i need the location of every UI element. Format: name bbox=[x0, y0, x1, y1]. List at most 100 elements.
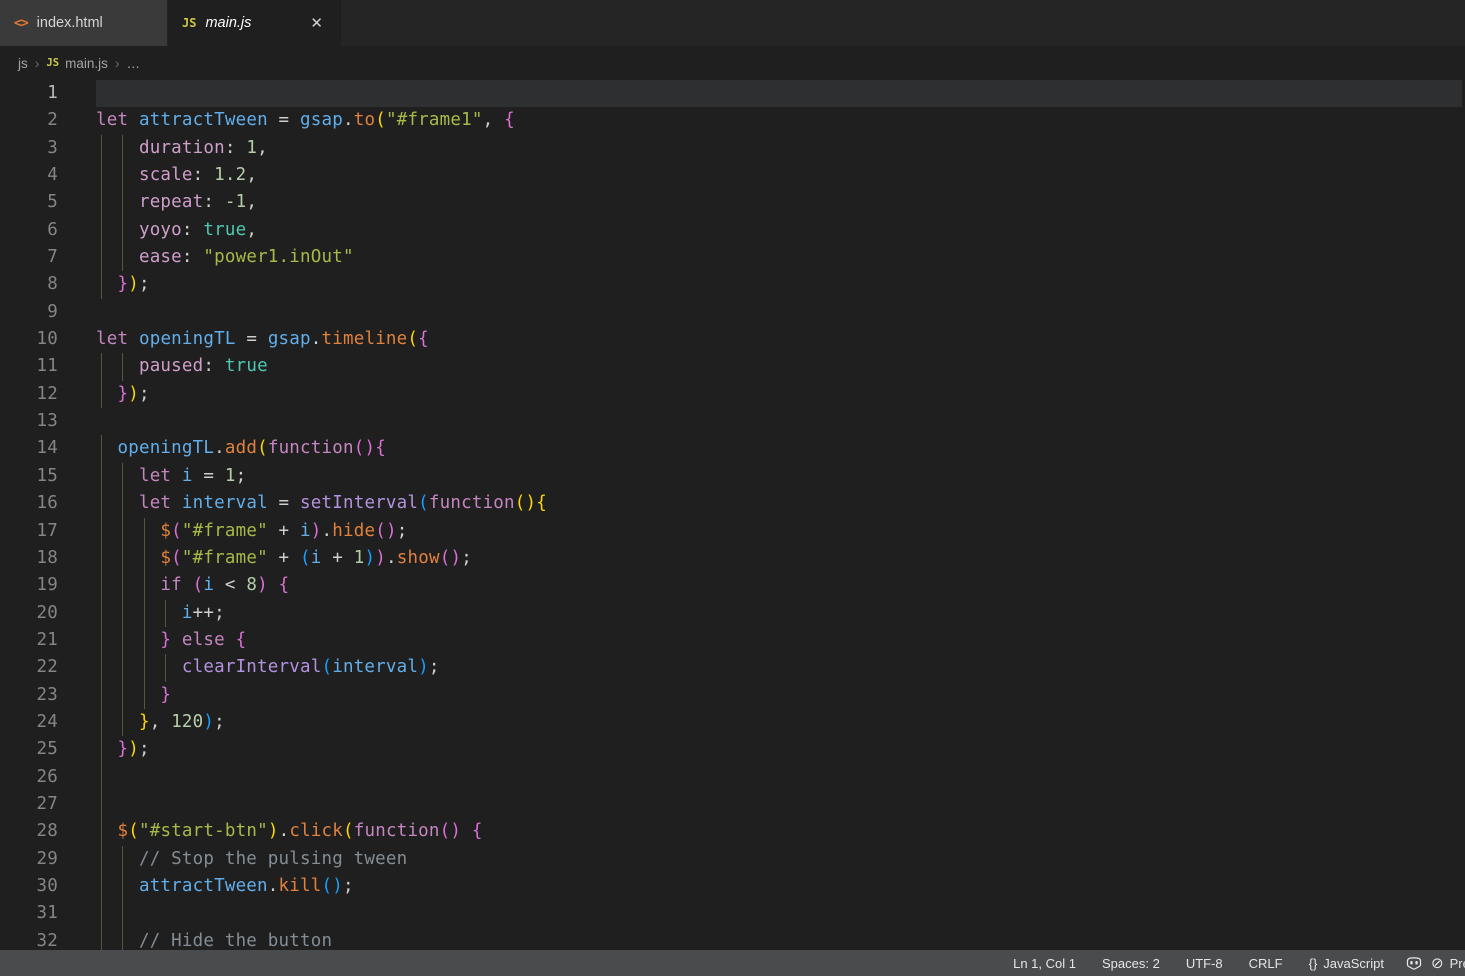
code-line-text: ease: "power1.inOut" bbox=[96, 244, 1462, 271]
indent-guide bbox=[144, 627, 145, 654]
line-number: 2 bbox=[0, 107, 58, 134]
line-number: 16 bbox=[0, 490, 58, 517]
code-line[interactable]: 6 yoyo: true, bbox=[0, 217, 1465, 244]
line-number: 29 bbox=[0, 846, 58, 873]
code-line[interactable]: 7 ease: "power1.inOut" bbox=[0, 244, 1465, 271]
code-line[interactable]: 28 $("#start-btn").click(function() { bbox=[0, 818, 1465, 845]
line-number: 7 bbox=[0, 244, 58, 271]
code-line-text: i++; bbox=[96, 600, 1462, 627]
code-line[interactable]: 10let openingTL = gsap.timeline({ bbox=[0, 326, 1465, 353]
code-line[interactable]: 31 bbox=[0, 900, 1465, 927]
code-line[interactable]: 13 bbox=[0, 408, 1465, 435]
indent-guide bbox=[101, 764, 102, 791]
code-line[interactable]: 20 i++; bbox=[0, 600, 1465, 627]
breadcrumb-file-main-js[interactable]: JS main.js bbox=[46, 56, 107, 71]
code-line-text: $("#start-btn").click(function() { bbox=[96, 818, 1462, 845]
line-number: 17 bbox=[0, 518, 58, 545]
status-line-col[interactable]: Ln 1, Col 1 bbox=[1000, 956, 1089, 971]
copilot-status[interactable] bbox=[1397, 954, 1431, 972]
code-line[interactable]: 26 bbox=[0, 764, 1465, 791]
line-number: 13 bbox=[0, 408, 58, 435]
line-number: 19 bbox=[0, 572, 58, 599]
breadcrumb: js › JS main.js › … bbox=[0, 46, 1465, 80]
code-line[interactable]: 14 openingTL.add(function(){ bbox=[0, 435, 1465, 462]
tab-main-js[interactable]: JS main.js ✕ bbox=[168, 0, 341, 46]
code-line-text: repeat: -1, bbox=[96, 189, 1462, 216]
code-line[interactable]: 32 // Hide the button bbox=[0, 928, 1465, 950]
close-icon[interactable]: ✕ bbox=[306, 12, 327, 34]
status-encoding[interactable]: UTF-8 bbox=[1173, 956, 1236, 971]
line-number: 23 bbox=[0, 682, 58, 709]
breadcrumb-symbol-ellipsis[interactable]: … bbox=[127, 56, 141, 71]
html-file-icon: <> bbox=[14, 16, 28, 31]
code-line[interactable]: 18 $("#frame" + (i + 1)).show(); bbox=[0, 545, 1465, 572]
code-line-text: attractTween.kill(); bbox=[96, 873, 1462, 900]
code-line-text: }); bbox=[96, 271, 1462, 298]
line-number: 4 bbox=[0, 162, 58, 189]
code-line[interactable]: 29 // Stop the pulsing tween bbox=[0, 846, 1465, 873]
code-line[interactable]: 22 clearInterval(interval); bbox=[0, 654, 1465, 681]
code-line-text: }); bbox=[96, 381, 1462, 408]
status-eol[interactable]: CRLF bbox=[1236, 956, 1296, 971]
indent-guide bbox=[122, 900, 123, 927]
line-number: 14 bbox=[0, 435, 58, 462]
code-line-text: if (i < 8) { bbox=[96, 572, 1462, 599]
tab-index-html[interactable]: <> index.html bbox=[0, 0, 168, 46]
code-line[interactable]: 5 repeat: -1, bbox=[0, 189, 1465, 216]
code-line-text bbox=[96, 80, 1462, 107]
indent-guide bbox=[101, 518, 102, 545]
code-line[interactable]: 21 } else { bbox=[0, 627, 1465, 654]
status-language[interactable]: {} JavaScript bbox=[1296, 956, 1397, 971]
code-line-text: }); bbox=[96, 736, 1462, 763]
indent-guide bbox=[101, 736, 102, 763]
line-number: 8 bbox=[0, 271, 58, 298]
indent-guide bbox=[101, 572, 102, 599]
line-number: 25 bbox=[0, 736, 58, 763]
blocked-circle-icon: ⊘ bbox=[1431, 954, 1444, 972]
code-line[interactable]: 1 bbox=[0, 80, 1465, 107]
code-line-text: // Hide the button bbox=[96, 928, 1462, 950]
indent-guide bbox=[122, 654, 123, 681]
code-line[interactable]: 8 }); bbox=[0, 271, 1465, 298]
indent-guide bbox=[101, 381, 102, 408]
code-line[interactable]: 25 }); bbox=[0, 736, 1465, 763]
code-line[interactable]: 30 attractTween.kill(); bbox=[0, 873, 1465, 900]
line-number: 12 bbox=[0, 381, 58, 408]
tab-label: index.html bbox=[37, 15, 103, 31]
indent-guide bbox=[101, 627, 102, 654]
chevron-right-icon: › bbox=[35, 55, 40, 71]
code-line[interactable]: 23 } bbox=[0, 682, 1465, 709]
line-number: 28 bbox=[0, 818, 58, 845]
status-indent[interactable]: Spaces: 2 bbox=[1089, 956, 1173, 971]
indent-guide bbox=[122, 682, 123, 709]
indent-guide bbox=[101, 846, 102, 873]
line-number: 32 bbox=[0, 928, 58, 950]
tab-label: main.js bbox=[205, 15, 251, 31]
code-line[interactable]: 24 }, 120); bbox=[0, 709, 1465, 736]
line-number: 18 bbox=[0, 545, 58, 572]
code-line-text: scale: 1.2, bbox=[96, 162, 1462, 189]
code-line[interactable]: 19 if (i < 8) { bbox=[0, 572, 1465, 599]
line-number: 1 bbox=[0, 80, 58, 107]
prettier-status[interactable]: ⊘ Prettier bbox=[1431, 954, 1465, 972]
code-editor[interactable]: 12let attractTween = gsap.to("#frame1", … bbox=[0, 80, 1465, 950]
code-line[interactable]: 3 duration: 1, bbox=[0, 135, 1465, 162]
breadcrumb-folder-js[interactable]: js bbox=[18, 56, 28, 71]
code-line[interactable]: 17 $("#frame" + i).hide(); bbox=[0, 518, 1465, 545]
code-line[interactable]: 16 let interval = setInterval(function()… bbox=[0, 490, 1465, 517]
code-line-text bbox=[96, 764, 1462, 791]
indent-guide bbox=[122, 135, 123, 162]
code-line[interactable]: 15 let i = 1; bbox=[0, 463, 1465, 490]
code-line[interactable]: 4 scale: 1.2, bbox=[0, 162, 1465, 189]
code-line[interactable]: 9 bbox=[0, 299, 1465, 326]
indent-guide bbox=[101, 189, 102, 216]
line-number: 15 bbox=[0, 463, 58, 490]
code-line[interactable]: 2let attractTween = gsap.to("#frame1", { bbox=[0, 107, 1465, 134]
line-number: 9 bbox=[0, 299, 58, 326]
indent-guide bbox=[101, 873, 102, 900]
code-line[interactable]: 12 }); bbox=[0, 381, 1465, 408]
code-line-text: $("#frame" + (i + 1)).show(); bbox=[96, 545, 1462, 572]
code-line[interactable]: 11 paused: true bbox=[0, 353, 1465, 380]
code-line[interactable]: 27 bbox=[0, 791, 1465, 818]
indent-guide bbox=[122, 189, 123, 216]
